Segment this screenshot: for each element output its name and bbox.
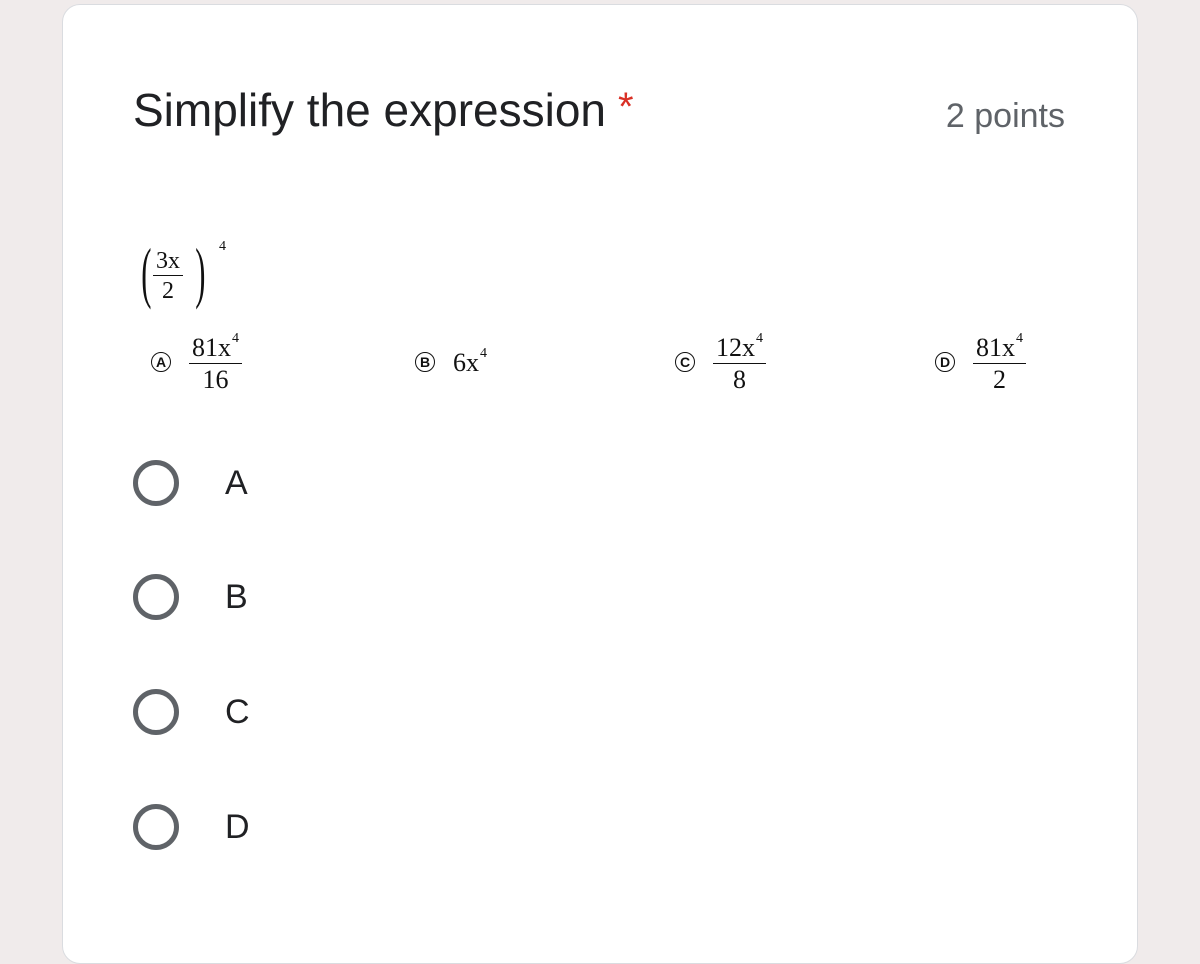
choice-a-fraction: 81x4 16 <box>189 330 242 394</box>
question-card: Simplify the expression * 2 points ( 3x 2… <box>62 4 1138 964</box>
choice-c-exponent: 4 <box>756 330 763 346</box>
left-paren: ( <box>141 234 152 310</box>
choice-c-numerator: 12x <box>716 332 755 362</box>
right-paren: ) <box>195 234 206 310</box>
choice-d-exponent: 4 <box>1016 330 1023 346</box>
choice-c-fraction: 12x4 8 <box>713 330 766 394</box>
required-asterisk: * <box>617 85 634 129</box>
choice-b-exponent: 4 <box>480 346 487 361</box>
choice-a-denominator: 16 <box>202 364 229 394</box>
radio-button-d[interactable] <box>133 804 179 850</box>
option-d[interactable]: D <box>133 797 250 857</box>
option-b[interactable]: B <box>133 567 248 627</box>
problem-fraction: 3x 2 <box>153 249 183 303</box>
problem-denominator: 2 <box>162 278 174 304</box>
option-label-b: B <box>225 577 248 616</box>
answer-choice-d: D 81x4 2 <box>935 327 1026 397</box>
choice-d-denominator: 2 <box>993 364 1006 394</box>
problem-numerator: 3x <box>153 249 183 276</box>
choice-letter-b: B <box>415 352 435 372</box>
choice-a-numerator: 81x <box>192 332 231 362</box>
problem-expression: ( 3x 2 ) 4 <box>141 234 255 313</box>
answer-choice-c: C 12x4 8 <box>675 327 766 397</box>
radio-button-b[interactable] <box>133 574 179 620</box>
choice-a-exponent: 4 <box>232 330 239 346</box>
choice-letter-c: C <box>675 352 695 372</box>
choice-letter-a: A <box>151 352 171 372</box>
choice-letter-d: D <box>935 352 955 372</box>
radio-button-a[interactable] <box>133 460 179 506</box>
question-title-text: Simplify the expression <box>133 84 606 136</box>
choice-b-expression: 6x <box>453 348 479 377</box>
question-title: Simplify the expression * <box>133 83 634 137</box>
answer-choice-a: A 81x4 16 <box>151 327 242 397</box>
choice-d-fraction: 81x4 2 <box>973 330 1026 394</box>
answer-choice-b: B 6x4 <box>415 327 487 397</box>
radio-button-c[interactable] <box>133 689 179 735</box>
option-label-c: C <box>225 692 250 731</box>
choice-c-denominator: 8 <box>733 364 746 394</box>
choice-d-numerator: 81x <box>976 332 1015 362</box>
option-label-d: D <box>225 807 250 846</box>
points-label: 2 points <box>945 97 1065 135</box>
option-label-a: A <box>225 463 248 502</box>
problem-exponent: 4 <box>219 239 226 254</box>
option-c[interactable]: C <box>133 682 250 742</box>
option-a[interactable]: A <box>133 453 248 513</box>
